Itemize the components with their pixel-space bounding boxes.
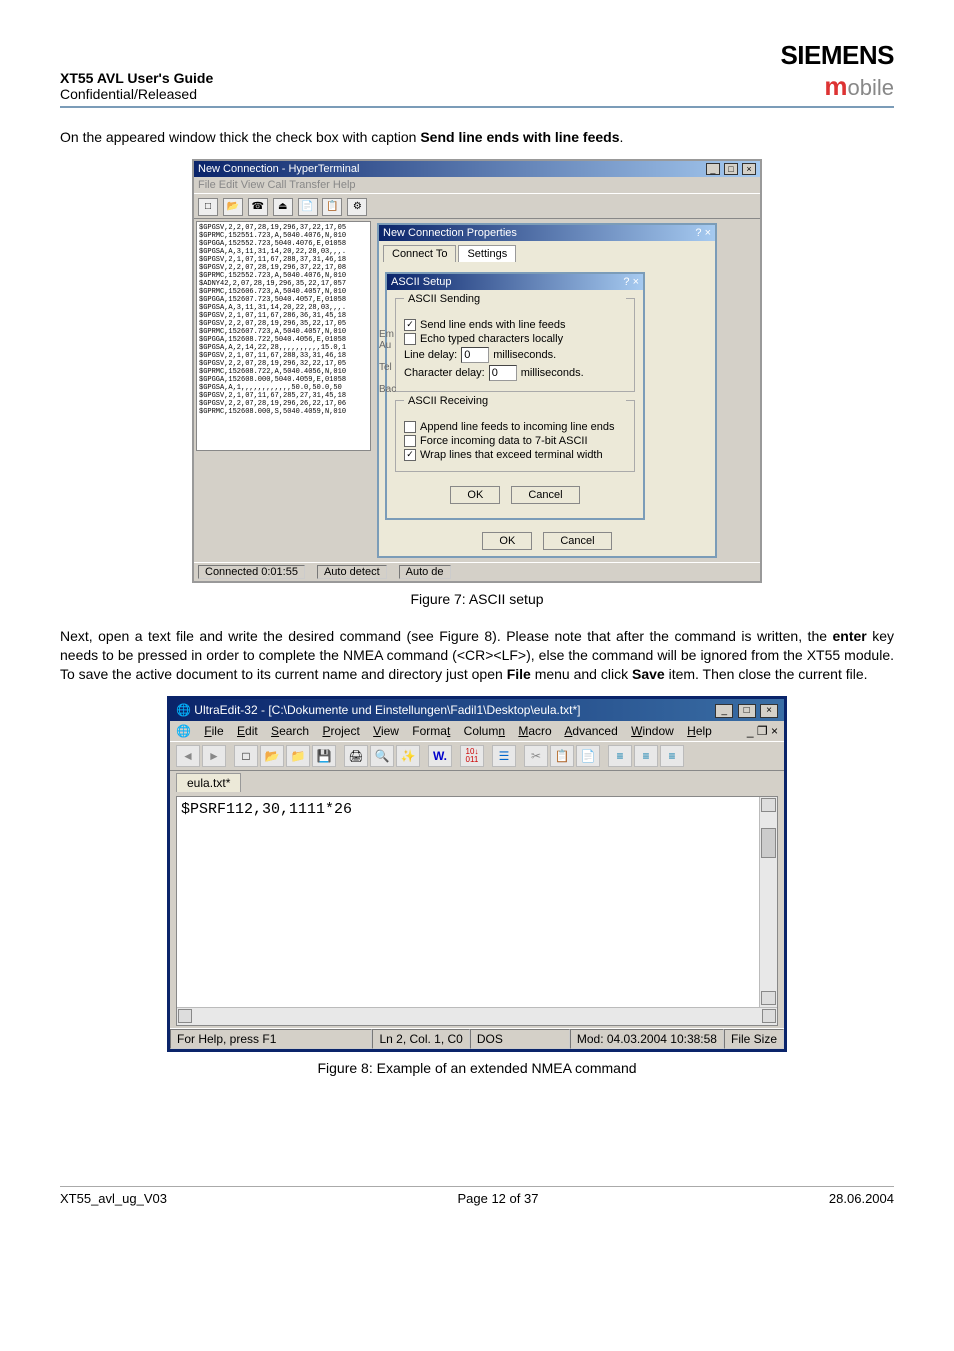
app-icon: 🌐	[176, 703, 191, 717]
tb-icon[interactable]: 📄	[298, 198, 318, 216]
menu-window[interactable]: Window	[631, 724, 674, 738]
close-icon[interactable]: ×	[760, 704, 778, 718]
doc-title: XT55 AVL User's Guide	[60, 70, 213, 86]
cut-icon[interactable]: ✂	[524, 745, 548, 767]
menu-column[interactable]: Column	[464, 724, 505, 738]
ue-menubar: 🌐 File Edit Search Project View Format C…	[176, 724, 722, 738]
minimize-icon[interactable]: _	[706, 163, 720, 175]
checkbox-append[interactable]	[404, 421, 416, 433]
menu-globe-icon: 🌐	[176, 724, 191, 738]
tb-icon[interactable]: 📂	[223, 198, 243, 216]
new-icon[interactable]: □	[234, 745, 258, 767]
save-icon[interactable]: 💾	[312, 745, 336, 767]
help-icon[interactable]: ?	[695, 227, 701, 239]
ascii-ok-button[interactable]: OK	[450, 486, 500, 504]
document-tab[interactable]: eula.txt*	[176, 773, 241, 792]
close-icon[interactable]: ×	[633, 276, 639, 288]
menu-advanced[interactable]: Advanced	[564, 724, 617, 738]
align-center-icon[interactable]: ≡	[634, 745, 658, 767]
doc-subtitle: Confidential/Released	[60, 86, 213, 102]
menu-format[interactable]: Format	[412, 724, 450, 738]
scrollbar-thumb[interactable]	[761, 828, 776, 858]
props-ok-button[interactable]: OK	[482, 532, 532, 550]
menu-search[interactable]: Search	[271, 724, 309, 738]
tab-connect-to[interactable]: Connect To	[383, 245, 456, 262]
hex-icon[interactable]: 10↓ 011	[460, 745, 484, 767]
checkbox-wrap[interactable]: ✓	[404, 449, 416, 461]
tb-icon[interactable]: ⏏	[273, 198, 293, 216]
ue-statusbar: For Help, press F1 Ln 2, Col. 1, C0 DOS …	[170, 1028, 784, 1049]
ue-title: UltraEdit-32 - [C:\Dokumente und Einstel…	[194, 703, 580, 717]
list-icon[interactable]: ☰	[492, 745, 516, 767]
ascii-cancel-button[interactable]: Cancel	[511, 486, 579, 504]
props-cancel-button[interactable]: Cancel	[543, 532, 611, 550]
editor-text: $PSRF112,30,1111*26	[181, 801, 352, 818]
menu-help[interactable]: Help	[687, 724, 712, 738]
ultraedit-window: 🌐 UltraEdit-32 - [C:\Dokumente und Einst…	[167, 696, 787, 1052]
ht-menubar: File Edit View Call Transfer Help	[194, 177, 760, 193]
page-footer: XT55_avl_ug_V03 Page 12 of 37 28.06.2004	[60, 1186, 894, 1206]
brand-mobile: mobile	[780, 71, 894, 102]
ue-editor[interactable]: $PSRF112,30,1111*26	[176, 796, 778, 1026]
ht-toolbar: □ 📂 ☎ ⏏ 📄 📋 ⚙	[194, 193, 760, 219]
open2-icon[interactable]: 📁	[286, 745, 310, 767]
menu-edit[interactable]: Edit	[237, 724, 258, 738]
preview-icon[interactable]: 🔍	[370, 745, 394, 767]
mdi-close-icon[interactable]: ×	[771, 724, 778, 738]
tab-settings[interactable]: Settings	[458, 245, 516, 262]
align-left-icon[interactable]: ≡	[608, 745, 632, 767]
ue-toolbar: ◄ ► □ 📂 📁 💾 🖨 🔍 ✨ W. 10↓ 011 ☰	[170, 741, 784, 771]
tools-icon[interactable]: ✨	[396, 745, 420, 767]
mdi-restore-icon[interactable]: ❐	[757, 724, 768, 738]
ht-titlebar: New Connection - HyperTerminal _ □ ×	[194, 161, 760, 177]
print-icon[interactable]: 🖨	[344, 745, 368, 767]
figure7-caption: Figure 7: ASCII setup	[60, 591, 894, 607]
maximize-icon[interactable]: □	[724, 163, 738, 175]
tb-icon[interactable]: ☎	[248, 198, 268, 216]
para-2: Next, open a text file and write the des…	[60, 627, 894, 684]
char-delay-input[interactable]	[489, 365, 517, 381]
checkbox-echo[interactable]	[404, 333, 416, 345]
page-header: XT55 AVL User's Guide Confidential/Relea…	[60, 40, 894, 108]
mdi-min-icon[interactable]: _	[747, 724, 754, 738]
word-icon[interactable]: W.	[428, 745, 452, 767]
minimize-icon[interactable]: _	[715, 704, 733, 718]
paste-icon[interactable]: 📄	[576, 745, 600, 767]
tb-icon[interactable]: 📋	[322, 198, 342, 216]
close-icon[interactable]: ×	[705, 227, 711, 239]
back-icon[interactable]: ◄	[176, 745, 200, 767]
scroll-up-icon[interactable]	[761, 798, 776, 812]
tb-icon[interactable]: ⚙	[347, 198, 367, 216]
para-1: On the appeared window thick the check b…	[60, 128, 894, 147]
ht-terminal-text: $GPGSV,2,2,07,28,19,296,37,22,17,05 $GPR…	[196, 221, 371, 451]
h-scrollbar[interactable]	[177, 1007, 777, 1025]
menu-file[interactable]: File	[204, 724, 223, 738]
figure8-caption: Figure 8: Example of an extended NMEA co…	[60, 1060, 894, 1076]
scroll-down-icon[interactable]	[761, 991, 776, 1005]
line-delay-input[interactable]	[461, 347, 489, 363]
forward-icon[interactable]: ►	[202, 745, 226, 767]
checkbox-force7[interactable]	[404, 435, 416, 447]
properties-dialog: New Connection Properties ? × Connect To…	[377, 223, 717, 558]
ascii-setup-dialog: ASCII Setup ? × ASCII Sending	[385, 272, 645, 520]
align-right-icon[interactable]: ≡	[660, 745, 684, 767]
ht-statusbar: Connected 0:01:55 Auto detect Auto de	[194, 562, 760, 581]
copy-icon[interactable]: 📋	[550, 745, 574, 767]
v-scrollbar[interactable]	[759, 797, 777, 1007]
help-icon[interactable]: ?	[623, 276, 629, 288]
menu-view[interactable]: View	[373, 724, 399, 738]
checkbox-send-line-ends[interactable]: ✓	[404, 319, 416, 331]
maximize-icon[interactable]: □	[738, 704, 756, 718]
brand-siemens: SIEMENS	[780, 40, 894, 71]
menu-macro[interactable]: Macro	[518, 724, 551, 738]
open-icon[interactable]: 📂	[260, 745, 284, 767]
hyperterminal-window: New Connection - HyperTerminal _ □ × Fil…	[192, 159, 762, 583]
close-icon[interactable]: ×	[742, 163, 756, 175]
scroll-right-icon[interactable]	[762, 1009, 776, 1023]
menu-project[interactable]: Project	[322, 724, 359, 738]
scroll-left-icon[interactable]	[178, 1009, 192, 1023]
tb-icon[interactable]: □	[198, 198, 218, 216]
